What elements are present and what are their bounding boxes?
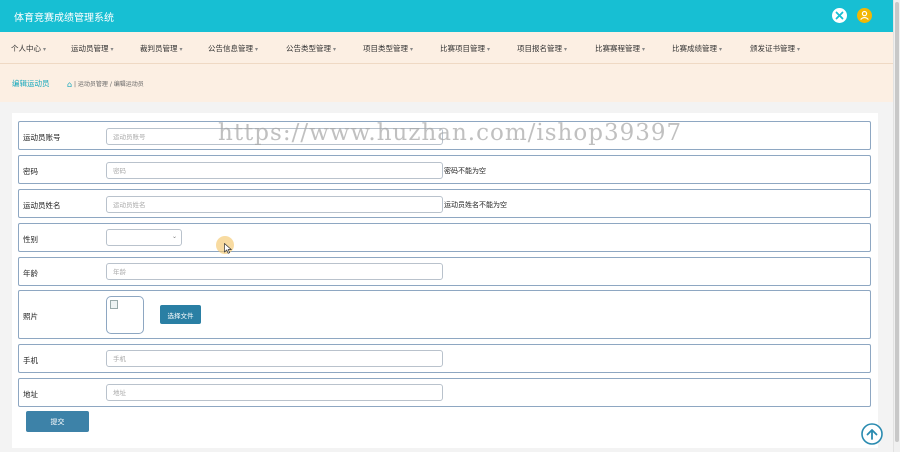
gender-label: 性别 [23, 235, 38, 244]
chevron-down-icon: ▾ [410, 46, 414, 53]
form-row-password: 密码 密码不能为空 [18, 155, 871, 184]
choose-file-button[interactable]: 选择文件 [160, 305, 201, 324]
page-title: 编辑运动员 [12, 79, 50, 88]
app-title: 体育竞赛成绩管理系统 [14, 13, 114, 24]
nav-athlete-management[interactable]: 运动员管理 ▾ [71, 43, 114, 54]
page-scrollbar[interactable] [893, 0, 900, 452]
name-label: 运动员姓名 [23, 201, 61, 210]
chevron-down-icon: ▾ [110, 46, 114, 53]
user-icon[interactable] [857, 8, 872, 23]
age-label: 年龄 [23, 269, 38, 278]
nav-match-project-management[interactable]: 比赛项目管理 ▾ [440, 43, 490, 54]
phone-input[interactable] [106, 350, 443, 367]
form-row-name: 运动员姓名 运动员姓名不能为空 [18, 189, 871, 218]
chevron-down-icon: ▾ [797, 46, 801, 53]
form-row-age: 年龄 [18, 257, 871, 286]
nav-referee-management[interactable]: 裁判员管理 ▾ [140, 43, 183, 54]
form-row-phone: 手机 [18, 344, 871, 373]
name-error: 运动员姓名不能为空 [444, 201, 507, 209]
photo-label: 照片 [23, 312, 38, 321]
password-error: 密码不能为空 [444, 167, 486, 175]
breadcrumb: 编辑运动员 ⌂ | 运动员管理 / 编辑运动员 [0, 64, 893, 102]
form-row-address: 地址 [18, 378, 871, 407]
chevron-down-icon: ▾ [487, 46, 491, 53]
chevron-down-icon: ▾ [564, 46, 568, 53]
nav-schedule-management[interactable]: 比赛赛程管理 ▾ [595, 43, 645, 54]
address-input[interactable] [106, 384, 443, 401]
back-to-top-icon[interactable] [861, 423, 883, 445]
chevron-down-icon: ▾ [719, 46, 723, 53]
gender-select[interactable]: ⌄ [106, 229, 182, 246]
close-icon[interactable] [832, 8, 847, 23]
scrollbar-thumb[interactable] [895, 2, 899, 442]
nav-notice-type-management[interactable]: 公告类型管理 ▾ [286, 43, 336, 54]
name-input[interactable] [106, 196, 443, 213]
form-row-photo: 照片 选择文件 [18, 290, 871, 339]
chevron-down-icon: ⌄ [171, 233, 177, 240]
password-input[interactable] [106, 162, 443, 179]
chevron-down-icon: ▾ [642, 46, 646, 53]
chevron-down-icon: ▾ [255, 46, 259, 53]
phone-label: 手机 [23, 356, 38, 365]
age-input[interactable] [106, 263, 443, 280]
photo-preview [106, 296, 144, 334]
nav-personal-center[interactable]: 个人中心 ▾ [11, 43, 46, 54]
form-row-gender: 性别 ⌄ [18, 223, 871, 252]
chevron-down-icon: ▾ [179, 46, 183, 53]
chevron-down-icon: ▾ [43, 46, 47, 53]
main-nav: 个人中心 ▾ 运动员管理 ▾ 裁判员管理 ▾ 公告信息管理 ▾ 公告类型管理 ▾ 项目类型… [0, 32, 893, 64]
account-input[interactable] [106, 128, 443, 145]
home-icon[interactable]: ⌂ [67, 80, 72, 89]
nav-certificate-management[interactable]: 颁发证书管理 ▾ [750, 43, 800, 54]
mouse-cursor-icon [224, 243, 232, 254]
account-label: 运动员账号 [23, 133, 61, 142]
chevron-down-icon: ▾ [333, 46, 337, 53]
nav-registration-management[interactable]: 项目报名管理 ▾ [517, 43, 567, 54]
broken-image-icon [110, 300, 118, 309]
top-header: 体育竞赛成绩管理系统 [0, 0, 893, 32]
submit-button[interactable]: 提交 [26, 411, 89, 432]
address-label: 地址 [23, 390, 38, 399]
breadcrumb-path: ⌂ | 运动员管理 / 编辑运动员 [67, 80, 144, 89]
nav-notice-info-management[interactable]: 公告信息管理 ▾ [208, 43, 258, 54]
form-row-account: 运动员账号 [18, 121, 871, 150]
password-label: 密码 [23, 167, 38, 176]
nav-project-type-management[interactable]: 项目类型管理 ▾ [363, 43, 413, 54]
nav-score-management[interactable]: 比赛成绩管理 ▾ [672, 43, 722, 54]
